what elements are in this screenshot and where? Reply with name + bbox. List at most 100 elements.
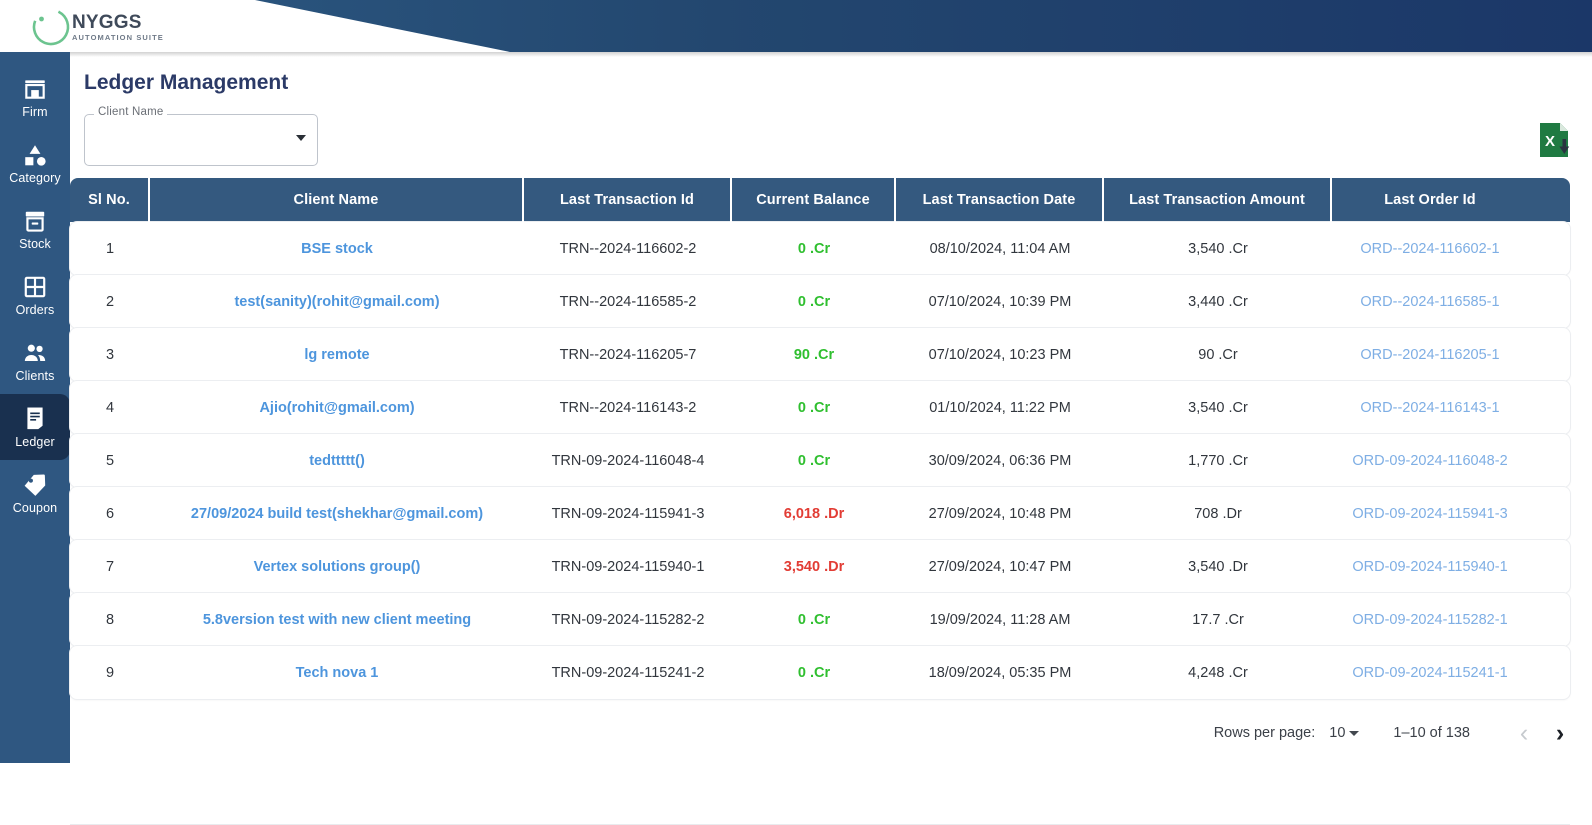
client-name-link[interactable]: Vertex solutions group()	[248, 559, 427, 575]
client-name-link[interactable]: BSE stock	[295, 241, 379, 257]
client-name-filter[interactable]: Client Name	[84, 106, 318, 166]
sidebar-item-orders[interactable]: Orders	[0, 262, 70, 328]
sidebar-item-label: Ledger	[15, 434, 55, 449]
column-header-last-transaction-id[interactable]: Last Transaction Id	[524, 178, 732, 222]
rows-per-page-select[interactable]: 10	[1329, 725, 1360, 741]
client-name-link[interactable]: tedttttt()	[303, 453, 371, 469]
rows-per-page-value: 10	[1329, 725, 1346, 741]
cell-sl-no: 3	[105, 346, 115, 363]
last-order-id-link[interactable]: ORD-09-2024-116048-2	[1352, 453, 1507, 469]
cell-last-transaction-amount: 3,440 .Cr	[1188, 293, 1248, 310]
client-name-link[interactable]: lg remote	[298, 347, 375, 363]
cell-client-name[interactable]: 5.8version test with new client meeting	[150, 593, 524, 646]
excel-export-button[interactable]: X	[1538, 121, 1572, 159]
tag-icon	[22, 472, 48, 498]
cell-last-transaction-date: 01/10/2024, 11:22 PM	[929, 399, 1071, 416]
table-row[interactable]: 2 test(sanity)(rohit@gmail.com) TRN--2024-…	[70, 275, 1570, 328]
box-icon	[22, 208, 48, 234]
sidebar-item-label: Coupon	[12, 500, 58, 515]
cell-last-order-id[interactable]: ORD--2024-116205-1	[1332, 328, 1528, 381]
nyggs-circle-logo-icon	[30, 6, 72, 48]
cell-client-name[interactable]: Tech nova 1	[150, 646, 524, 699]
cell-client-name[interactable]: Vertex solutions group()	[150, 540, 524, 593]
cell-sl-no: 4	[105, 399, 115, 416]
main-content: Ledger Management Client Name X Sl No. C…	[70, 57, 1592, 825]
current-balance-value: 0 .Cr	[797, 399, 831, 416]
sidebar-item-coupon[interactable]: Coupon	[0, 460, 70, 526]
last-order-id-link[interactable]: ORD-09-2024-115940-1	[1352, 559, 1507, 575]
cell-last-transaction-date: 08/10/2024, 11:04 AM	[929, 240, 1071, 257]
cell-last-order-id[interactable]: ORD-09-2024-115940-1	[1332, 540, 1528, 593]
cell-last-order-id[interactable]: ORD-09-2024-116048-2	[1332, 434, 1528, 487]
table-row[interactable]: 6 27/09/2024 build test(shekhar@gmail.com…	[70, 487, 1570, 540]
cell-current-balance: 0 .Cr	[732, 646, 896, 699]
cell-client-name[interactable]: BSE stock	[150, 222, 524, 275]
last-order-id-link[interactable]: ORD--2024-116143-1	[1360, 400, 1499, 416]
client-name-select[interactable]	[84, 114, 318, 166]
column-header-client-name[interactable]: Client Name	[150, 178, 524, 222]
last-order-id-link[interactable]: ORD-09-2024-115282-1	[1352, 612, 1507, 628]
cell-last-order-id[interactable]: ORD--2024-116143-1	[1332, 381, 1528, 434]
receipt-icon	[22, 406, 48, 432]
client-name-link[interactable]: 27/09/2024 build test(shekhar@gmail.com)	[185, 506, 489, 522]
client-name-link[interactable]: test(sanity)(rohit@gmail.com)	[228, 294, 445, 310]
cell-last-order-id[interactable]: ORD--2024-116602-1	[1332, 222, 1528, 275]
cell-last-transaction-amount: 3,540 .Dr	[1188, 558, 1248, 575]
cell-client-name[interactable]: test(sanity)(rohit@gmail.com)	[150, 275, 524, 328]
app-header: NYGGS AUTOMATION SUITE	[0, 0, 1592, 52]
table-row[interactable]: 5 tedttttt() TRN-09-2024-116048-4 0 .Cr 30/0…	[70, 434, 1570, 487]
sidebar-item-stock[interactable]: Stock	[0, 196, 70, 262]
cell-client-name[interactable]: lg remote	[150, 328, 524, 381]
sidebar: Firm Category Stock Orders Clients Ledge…	[0, 52, 70, 763]
cell-last-order-id[interactable]: ORD--2024-116585-1	[1332, 275, 1528, 328]
column-header-last-order-id[interactable]: Last Order Id	[1332, 178, 1528, 222]
cell-client-name[interactable]: Ajio(rohit@gmail.com)	[150, 381, 524, 434]
cell-last-transaction-id: TRN-09-2024-115941-3	[551, 505, 705, 522]
current-balance-value: 0 .Cr	[797, 611, 831, 628]
last-order-id-link[interactable]: ORD--2024-116205-1	[1360, 347, 1499, 363]
sidebar-item-label: Stock	[19, 236, 51, 251]
table-row[interactable]: 8 5.8version test with new client meeting…	[70, 593, 1570, 646]
client-name-link[interactable]: Tech nova 1	[290, 665, 385, 681]
last-order-id-link[interactable]: ORD-09-2024-115941-3	[1352, 506, 1507, 522]
chevron-right-icon[interactable]: ›	[1542, 715, 1578, 751]
table-row[interactable]: 4 Ajio(rohit@gmail.com) TRN--2024-116143-2…	[70, 381, 1570, 434]
table-row[interactable]: 7 Vertex solutions group() TRN-09-2024-115…	[70, 540, 1570, 593]
table-row[interactable]: 3 lg remote TRN--2024-116205-7 90 .Cr 07/10/…	[70, 328, 1570, 381]
last-order-id-link[interactable]: ORD--2024-116602-1	[1360, 241, 1499, 257]
cell-last-order-id[interactable]: ORD-09-2024-115282-1	[1332, 593, 1528, 646]
store-icon	[22, 76, 48, 102]
logo-subtitle: AUTOMATION SUITE	[72, 32, 164, 42]
last-order-id-link[interactable]: ORD-09-2024-115241-1	[1352, 665, 1507, 681]
cell-client-name[interactable]: 27/09/2024 build test(shekhar@gmail.com)	[150, 487, 524, 540]
cell-last-order-id[interactable]: ORD-09-2024-115941-3	[1332, 487, 1528, 540]
cell-last-transaction-date: 18/09/2024, 05:35 PM	[928, 664, 1072, 681]
table-header-row: Sl No. Client Name Last Transaction Id C…	[70, 178, 1570, 222]
cell-last-transaction-date: 07/10/2024, 10:23 PM	[928, 346, 1072, 363]
client-name-link[interactable]: Ajio(rohit@gmail.com)	[253, 400, 420, 416]
client-name-link[interactable]: 5.8version test with new client meeting	[197, 612, 477, 628]
cell-client-name[interactable]: tedttttt()	[150, 434, 524, 487]
cell-current-balance: 0 .Cr	[732, 275, 896, 328]
sidebar-item-label: Firm	[22, 104, 48, 119]
cell-current-balance: 3,540 .Dr	[732, 540, 896, 593]
chevron-down-icon[interactable]	[296, 135, 306, 141]
table-row[interactable]: 9 Tech nova 1 TRN-09-2024-115241-2 0 .Cr 18/…	[70, 646, 1570, 699]
column-header-sl-no[interactable]: Sl No.	[70, 178, 150, 222]
chevron-left-icon[interactable]: ‹	[1506, 715, 1542, 751]
sidebar-item-ledger[interactable]: Ledger	[0, 394, 70, 460]
sidebar-item-firm[interactable]: Firm	[0, 64, 70, 130]
sidebar-item-clients[interactable]: Clients	[0, 328, 70, 394]
sidebar-item-category[interactable]: Category	[0, 130, 70, 196]
brand-logo[interactable]: NYGGS AUTOMATION SUITE	[30, 5, 164, 49]
column-header-last-transaction-amount[interactable]: Last Transaction Amount	[1104, 178, 1332, 222]
column-header-current-balance[interactable]: Current Balance	[732, 178, 896, 222]
sidebar-item-label: Orders	[15, 302, 55, 317]
table-row[interactable]: 1 BSE stock TRN--2024-116602-2 0 .Cr 08/10/2…	[70, 222, 1570, 275]
column-header-last-transaction-date[interactable]: Last Transaction Date	[896, 178, 1104, 222]
cell-last-transaction-id: TRN--2024-116205-7	[559, 346, 697, 363]
cell-last-transaction-amount: 708 .Dr	[1194, 505, 1242, 522]
last-order-id-link[interactable]: ORD--2024-116585-1	[1360, 294, 1499, 310]
svg-text:X: X	[1545, 133, 1555, 150]
cell-last-order-id[interactable]: ORD-09-2024-115241-1	[1332, 646, 1528, 699]
